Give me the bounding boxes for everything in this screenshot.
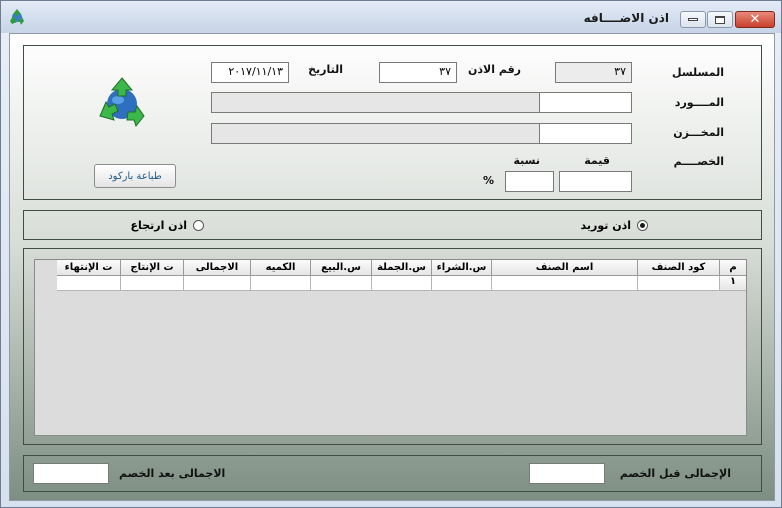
discount-pct-label: نسبة — [513, 154, 541, 167]
grid-cell-item-name[interactable] — [492, 276, 638, 291]
return-radio[interactable] — [193, 220, 204, 231]
col-header-item-name[interactable]: اسم الصنف — [492, 260, 638, 276]
total-after-discount-label: الاجمالى بعد الخصم — [119, 467, 226, 480]
total-after-discount-field[interactable] — [33, 463, 109, 484]
grid-cell-total[interactable] — [184, 276, 251, 291]
return-permit-option[interactable]: اذن ارتجاع — [131, 219, 204, 232]
col-header-expiry-date[interactable]: ت الإنتهاء — [57, 260, 121, 276]
col-header-sale-price[interactable]: س.البيع — [311, 260, 372, 276]
discount-value-field[interactable] — [559, 171, 632, 192]
total-before-discount-field[interactable] — [529, 463, 605, 484]
items-grid[interactable]: م كود الصنف اسم الصنف س.الشراء س.الجملة … — [34, 259, 747, 436]
store-code-field[interactable] — [539, 123, 632, 144]
items-grid-panel: م كود الصنف اسم الصنف س.الشراء س.الجملة … — [23, 248, 762, 445]
grid-cell-expiry-date[interactable] — [57, 276, 121, 291]
grid-cell-purchase-price[interactable] — [432, 276, 492, 291]
minimize-icon — [688, 18, 698, 21]
col-header-total[interactable]: الاجمالى — [184, 260, 251, 276]
total-before-discount-label: الإجمالى قبل الخصم — [619, 467, 731, 480]
store-label: المخـــزن — [673, 126, 724, 139]
col-header-serial[interactable]: م — [720, 260, 746, 276]
grid-corner — [35, 260, 57, 291]
recycle-app-icon — [10, 9, 24, 25]
serial-label: المسلسل — [672, 66, 724, 79]
store-name-field[interactable] — [211, 123, 541, 144]
header-panel: المسلسل ٣٧ رقم الاذن ٣٧ التاريخ ٢٠١٧/١١/… — [23, 45, 762, 200]
supplier-label: المــــورد — [674, 96, 724, 109]
client-area: المسلسل ٣٧ رقم الاذن ٣٧ التاريخ ٢٠١٧/١١/… — [9, 33, 775, 501]
supply-permit-option[interactable]: اذن توريد — [581, 219, 648, 232]
supply-permit-label: اذن توريد — [580, 219, 631, 232]
col-header-purchase-price[interactable]: س.الشراء — [432, 260, 492, 276]
close-button[interactable]: ✕ — [735, 11, 775, 28]
discount-value-label: قيمة — [584, 154, 610, 167]
grid-cell-production-date[interactable] — [121, 276, 184, 291]
grid-cell-sale-price[interactable] — [311, 276, 372, 291]
close-icon: ✕ — [749, 12, 761, 27]
serial-field[interactable]: ٣٧ — [555, 62, 632, 83]
col-header-production-date[interactable]: ت الإنتاج — [121, 260, 184, 276]
percent-sign: % — [483, 174, 495, 187]
col-header-item-code[interactable]: كود الصنف — [638, 260, 720, 276]
window-title: اذن الاضــــافه — [583, 11, 669, 25]
permit-no-label: رقم الاذن — [468, 63, 521, 76]
maximize-button[interactable] — [707, 11, 733, 28]
minimize-button[interactable] — [680, 11, 706, 28]
permit-no-field[interactable]: ٣٧ — [379, 62, 457, 83]
grid-cell-quantity[interactable] — [251, 276, 311, 291]
col-header-quantity[interactable]: الكميه — [251, 260, 311, 276]
maximize-icon — [715, 15, 725, 24]
discount-label: الخصــــم — [673, 155, 724, 168]
app-window: اذن الاضــــافه ✕ المسلسل ٣٧ رقم الاذن ٣… — [0, 0, 782, 508]
print-barcode-button[interactable]: طباعة باركود — [94, 164, 176, 188]
grid-cell-item-code[interactable] — [638, 276, 720, 291]
supplier-code-field[interactable] — [539, 92, 632, 113]
supply-radio[interactable] — [637, 220, 648, 231]
return-permit-label: اذن ارتجاع — [130, 219, 187, 232]
date-field[interactable]: ٢٠١٧/١١/١٣ — [211, 62, 289, 83]
date-label: التاريخ — [308, 63, 343, 76]
totals-panel: الإجمالى قبل الخصم الاجمالى بعد الخصم — [23, 455, 762, 492]
row-number-cell[interactable]: ١ — [720, 276, 746, 291]
col-header-wholesale-price[interactable]: س.الجملة — [372, 260, 432, 276]
discount-pct-field[interactable] — [505, 171, 554, 192]
title-bar[interactable]: اذن الاضــــافه ✕ — [1, 1, 781, 33]
permit-type-panel: اذن توريد اذن ارتجاع — [23, 210, 762, 240]
grid-cell-wholesale-price[interactable] — [372, 276, 432, 291]
recycle-globe-icon — [99, 77, 145, 128]
supplier-name-field[interactable] — [211, 92, 541, 113]
